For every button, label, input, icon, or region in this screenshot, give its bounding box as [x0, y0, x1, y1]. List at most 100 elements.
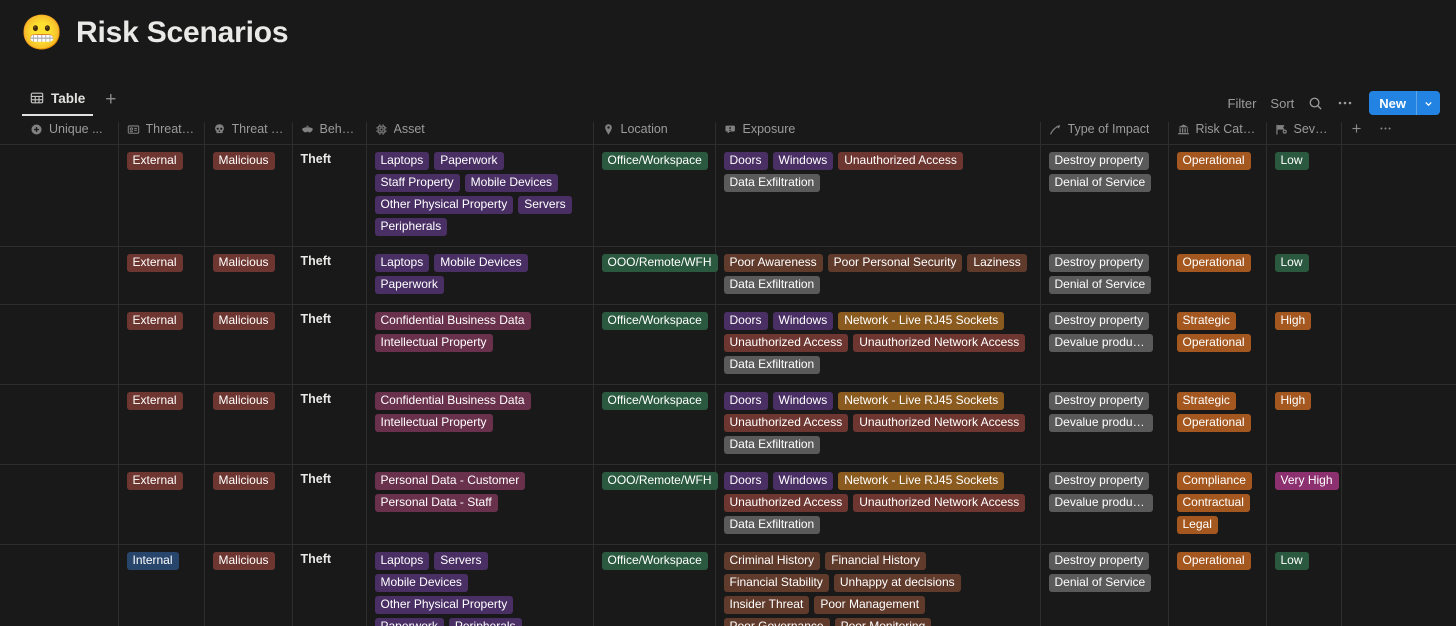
tag[interactable]: Data Exfiltration	[723, 515, 821, 534]
tag[interactable]: Laziness	[967, 253, 1027, 272]
tag[interactable]: Peripherals	[374, 217, 448, 236]
row-gutter[interactable]	[0, 384, 22, 465]
tag[interactable]: Internal	[126, 551, 179, 570]
chevron-down-icon[interactable]	[1416, 91, 1440, 115]
tag[interactable]: Financial History	[825, 551, 926, 570]
cell-unique[interactable]	[22, 304, 119, 385]
tag[interactable]: Windows	[772, 391, 834, 410]
row-gutter[interactable]	[0, 246, 22, 305]
cell-exposure[interactable]: Doors Windows Unauthorized Access Data Exfi…	[715, 144, 1041, 247]
cell-category[interactable]: Strategic Operational	[1168, 384, 1267, 465]
cell-unique[interactable]	[22, 544, 119, 626]
table-row[interactable]: External Malicious Theft Personal Data - Cu…	[0, 464, 1456, 545]
cell-severity[interactable]: Very High	[1266, 464, 1342, 545]
cell-location[interactable]: OOO/Remote/WFH	[593, 464, 718, 545]
page-title[interactable]: Risk Scenarios	[76, 16, 289, 50]
tag[interactable]: Data Exfiltration	[723, 355, 821, 374]
add-view-button[interactable]: +	[97, 90, 124, 117]
tag[interactable]: External	[126, 391, 183, 410]
cell-location[interactable]: OOO/Remote/WFH	[593, 246, 718, 305]
cell-behav[interactable]: Theft	[292, 464, 367, 545]
tag[interactable]: Destroy property	[1048, 151, 1150, 170]
cell-exposure[interactable]: Doors Windows Network - Live RJ45 Sockets U…	[715, 304, 1041, 385]
tag[interactable]: Doors	[723, 471, 768, 490]
cell-impact[interactable]: Destroy property Devalue product/sh...	[1040, 304, 1169, 385]
column-header-category[interactable]: Risk Category	[1168, 122, 1267, 145]
cell-asset[interactable]: Confidential Business Data Intellectual P…	[366, 384, 594, 465]
tag[interactable]: Poor Management	[814, 595, 926, 614]
tag[interactable]: Paperwork	[374, 617, 444, 626]
tag[interactable]: Poor Personal Security	[827, 253, 963, 272]
tag[interactable]: Personal Data - Customer	[374, 471, 526, 490]
tag[interactable]: Mobile Devices	[464, 173, 559, 192]
cell-location[interactable]: Office/Workspace	[593, 304, 716, 385]
tag[interactable]: Staff Property	[374, 173, 460, 192]
tag[interactable]: Data Exfiltration	[723, 173, 821, 192]
tag[interactable]: Destroy property	[1048, 253, 1150, 272]
tag[interactable]: Network - Live RJ45 Sockets	[838, 471, 1005, 490]
cell-ttype[interactable]: Malicious	[204, 384, 293, 465]
tag[interactable]: Insider Threat	[723, 595, 810, 614]
cell-location[interactable]: Office/Workspace	[593, 544, 716, 626]
column-header-ttype[interactable]: Threat Type	[204, 122, 293, 145]
tag[interactable]: Low	[1274, 151, 1309, 170]
cell-threat[interactable]: External	[118, 304, 205, 385]
column-header-asset[interactable]: Asset	[366, 122, 594, 145]
tag[interactable]: Malicious	[212, 391, 275, 410]
tag[interactable]: Doors	[723, 311, 768, 330]
cell-severity[interactable]: High	[1266, 384, 1342, 465]
tag[interactable]: Mobile Devices	[434, 253, 528, 272]
table-row[interactable]: External Malicious Theft Confidential Busin…	[0, 304, 1456, 385]
tag[interactable]: External	[126, 151, 183, 170]
tag[interactable]: Windows	[772, 151, 834, 170]
cell-behav[interactable]: Theft	[292, 544, 367, 626]
tag[interactable]: Destroy property	[1048, 391, 1150, 410]
tag[interactable]: Unauthorized Network Access	[853, 493, 1026, 512]
search-icon[interactable]	[1308, 96, 1323, 111]
tag[interactable]: Denial of Service	[1048, 275, 1152, 294]
tag[interactable]: Personal Data - Staff	[374, 493, 498, 512]
column-header-location[interactable]: Location	[593, 122, 716, 145]
tag[interactable]: Unhappy at decisions	[833, 573, 961, 592]
cell-unique[interactable]	[22, 144, 119, 247]
cell-exposure[interactable]: Criminal History Financial History Financi…	[715, 544, 1041, 626]
cell-asset[interactable]: Laptops Servers Mobile Devices Other Physic…	[366, 544, 594, 626]
tag[interactable]: Compliance	[1176, 471, 1252, 490]
row-gutter[interactable]	[0, 544, 22, 626]
tag[interactable]: Confidential Business Data	[374, 311, 531, 330]
tag[interactable]: Operational	[1176, 551, 1251, 570]
cell-behav[interactable]: Theft	[292, 384, 367, 465]
cell-unique[interactable]	[22, 464, 119, 545]
sort-button[interactable]: Sort	[1270, 96, 1294, 111]
cell-exposure[interactable]: Doors Windows Network - Live RJ45 Sockets U…	[715, 384, 1041, 465]
table-row[interactable]: External Malicious Theft Laptops Mobile Devi…	[0, 246, 1456, 305]
tag[interactable]: Laptops	[374, 253, 430, 272]
tag[interactable]: Destroy property	[1048, 471, 1150, 490]
tag[interactable]: Other Physical Property	[374, 595, 514, 614]
tag[interactable]: Data Exfiltration	[723, 435, 821, 454]
tag[interactable]: Denial of Service	[1048, 173, 1152, 192]
tag[interactable]: OOO/Remote/WFH	[601, 253, 718, 272]
filter-button[interactable]: Filter	[1228, 96, 1257, 111]
cell-impact[interactable]: Destroy property Denial of Service	[1040, 544, 1169, 626]
tag[interactable]: Confidential Business Data	[374, 391, 531, 410]
cell-category[interactable]: Operational	[1168, 144, 1267, 247]
tag[interactable]: Intellectual Property	[374, 413, 493, 432]
tag[interactable]: Other Physical Property	[374, 195, 514, 214]
cell-ttype[interactable]: Malicious	[204, 304, 293, 385]
cell-severity[interactable]: Low	[1266, 144, 1342, 247]
cell-severity[interactable]: Low	[1266, 544, 1342, 626]
tag[interactable]: Poor Awareness	[723, 253, 823, 272]
tag[interactable]: Devalue product/sh...	[1048, 333, 1153, 352]
cell-asset[interactable]: Personal Data - Customer Personal Data - …	[366, 464, 594, 545]
cell-category[interactable]: Strategic Operational	[1168, 304, 1267, 385]
tag[interactable]: Low	[1274, 253, 1309, 272]
cell-behav[interactable]: Theft	[292, 246, 367, 305]
tag[interactable]: Destroy property	[1048, 311, 1150, 330]
tag[interactable]: Strategic	[1176, 311, 1236, 330]
cell-behav[interactable]: Theft	[292, 304, 367, 385]
cell-asset[interactable]: Laptops Mobile Devices Paperwork	[366, 246, 594, 305]
tag[interactable]: Office/Workspace	[601, 311, 708, 330]
tag[interactable]: OOO/Remote/WFH	[601, 471, 718, 490]
new-button[interactable]: New	[1369, 91, 1440, 115]
